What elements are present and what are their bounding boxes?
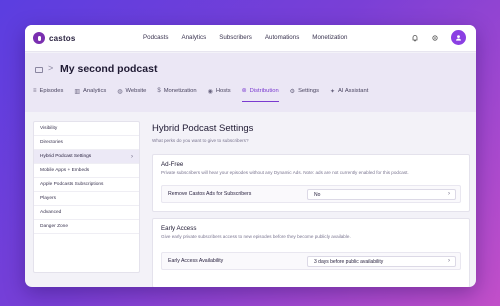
sidebar-item-label: Players [40, 196, 56, 201]
user-icon [456, 35, 461, 41]
list-icon: ≡ [33, 88, 37, 94]
tab-label: Hosts [215, 88, 231, 94]
bell-icon[interactable] [411, 34, 419, 42]
tab-analytics[interactable]: ▥ Analytics [74, 87, 106, 102]
mic-icon: ◉ [207, 88, 213, 95]
early-access-value: 3 days before public availability [314, 259, 384, 265]
ad-free-description: Private subscribers will hear your episo… [161, 170, 409, 175]
early-access-card: Early Access Give early private subscrib… [152, 218, 470, 287]
early-access-description: Give early private subscribers access to… [161, 234, 351, 239]
user-avatar[interactable] [451, 30, 466, 45]
sidebar-item-advanced[interactable]: Advanced [34, 206, 139, 220]
globe-icon: ◍ [117, 88, 123, 95]
sidebar-item-label: Mobile Apps + Embeds [40, 168, 90, 173]
nav-automations[interactable]: Automations [265, 34, 299, 41]
sidebar-item-players[interactable]: Players [34, 192, 139, 206]
sidebar-item-danger-zone[interactable]: Danger Zone [34, 220, 139, 234]
ad-free-title: Ad-Free [161, 161, 184, 168]
logo-text: castos [49, 33, 76, 43]
podcast-tabs: ≡ Episodes ▥ Analytics ◍ Website $ Monetizat… [33, 87, 368, 102]
castos-logo-icon [33, 32, 45, 44]
page-title: My second podcast [60, 63, 158, 75]
nav-actions [411, 30, 466, 45]
early-access-select[interactable]: 3 days before public availability › [307, 256, 456, 267]
tab-episodes[interactable]: ≡ Episodes [33, 87, 63, 102]
tab-ai-assistant[interactable]: ✦ AI Assistant [330, 87, 368, 102]
tab-label: Monetization [163, 88, 197, 94]
sidebar-item-apple-subscriptions[interactable]: Apple Podcasts Subscriptions [34, 178, 139, 192]
nav-subscribers[interactable]: Subscribers [219, 34, 252, 41]
remove-ads-value: No [314, 192, 321, 198]
breadcrumb-separator: > [48, 63, 54, 73]
tab-settings[interactable]: ⚙ Settings [290, 87, 319, 102]
sidebar-item-label: Hybrid Podcast Settings [40, 154, 92, 159]
sparkle-icon: ✦ [330, 88, 336, 95]
section-subtitle: What perks do you want to give to subscr… [152, 138, 249, 143]
nav-analytics[interactable]: Analytics [181, 34, 206, 41]
sidebar-item-label: Apple Podcasts Subscriptions [40, 182, 104, 187]
tab-label: Analytics [83, 88, 107, 94]
gear-icon[interactable] [431, 34, 439, 42]
dollar-icon: $ [157, 88, 161, 94]
ad-free-card: Ad-Free Private subscribers will hear yo… [152, 154, 470, 212]
early-access-label: Early Access Availability [168, 258, 224, 264]
tab-label: Episodes [39, 88, 64, 94]
sidebar-item-label: Directories [40, 140, 63, 145]
sidebar-item-label: Advanced [40, 210, 62, 215]
sidebar-item-mobile-apps[interactable]: Mobile Apps + Embeds [34, 164, 139, 178]
settings-main: Hybrid Podcast Settings What perks do yo… [152, 121, 470, 287]
settings-sidebar: Visibility Directories Hybrid Podcast Se… [33, 121, 140, 273]
early-access-row: Early Access Availability 3 days before … [161, 252, 461, 270]
tab-label: Website [125, 88, 147, 94]
gear-icon: ⚙ [289, 88, 296, 95]
early-access-title: Early Access [161, 225, 197, 232]
top-navigation: castos Podcasts Analytics Subscribers Au… [25, 25, 476, 52]
app-window: castos Podcasts Analytics Subscribers Au… [25, 25, 476, 287]
tab-monetization[interactable]: $ Monetization [157, 87, 196, 102]
sidebar-item-label: Danger Zone [40, 224, 68, 229]
folder-icon[interactable] [35, 67, 43, 73]
tab-label: Distribution [249, 87, 279, 94]
tab-label: AI Assistant [338, 88, 369, 94]
sidebar-item-hybrid-podcast-settings[interactable]: Hybrid Podcast Settings › [34, 150, 139, 164]
remove-ads-row: Remove Castos Ads for Subscribers No › [161, 185, 461, 203]
tab-distribution[interactable]: ⊚ Distribution [241, 87, 279, 102]
section-title: Hybrid Podcast Settings [152, 123, 254, 134]
broadcast-icon: ⊚ [241, 88, 247, 94]
podcast-header: > My second podcast ≡ Episodes ▥ Analytics… [25, 53, 476, 112]
chevron-right-icon: › [131, 154, 133, 160]
chevron-right-icon: › [448, 258, 450, 264]
main-nav: Podcasts Analytics Subscribers Automatio… [143, 34, 347, 41]
chart-icon: ▥ [74, 88, 81, 95]
remove-ads-label: Remove Castos Ads for Subscribers [168, 191, 252, 197]
sidebar-item-label: Visibility [40, 126, 58, 131]
tab-hosts[interactable]: ◉ Hosts [208, 87, 231, 102]
tab-label: Settings [298, 88, 320, 94]
remove-ads-select[interactable]: No › [307, 189, 456, 200]
nav-monetization[interactable]: Monetization [312, 34, 347, 41]
sidebar-item-directories[interactable]: Directories [34, 136, 139, 150]
chevron-right-icon: › [448, 191, 450, 197]
sidebar-item-visibility[interactable]: Visibility [34, 122, 139, 136]
tab-website[interactable]: ◍ Website [117, 87, 146, 102]
nav-podcasts[interactable]: Podcasts [143, 34, 168, 41]
castos-logo[interactable]: castos [33, 32, 76, 44]
